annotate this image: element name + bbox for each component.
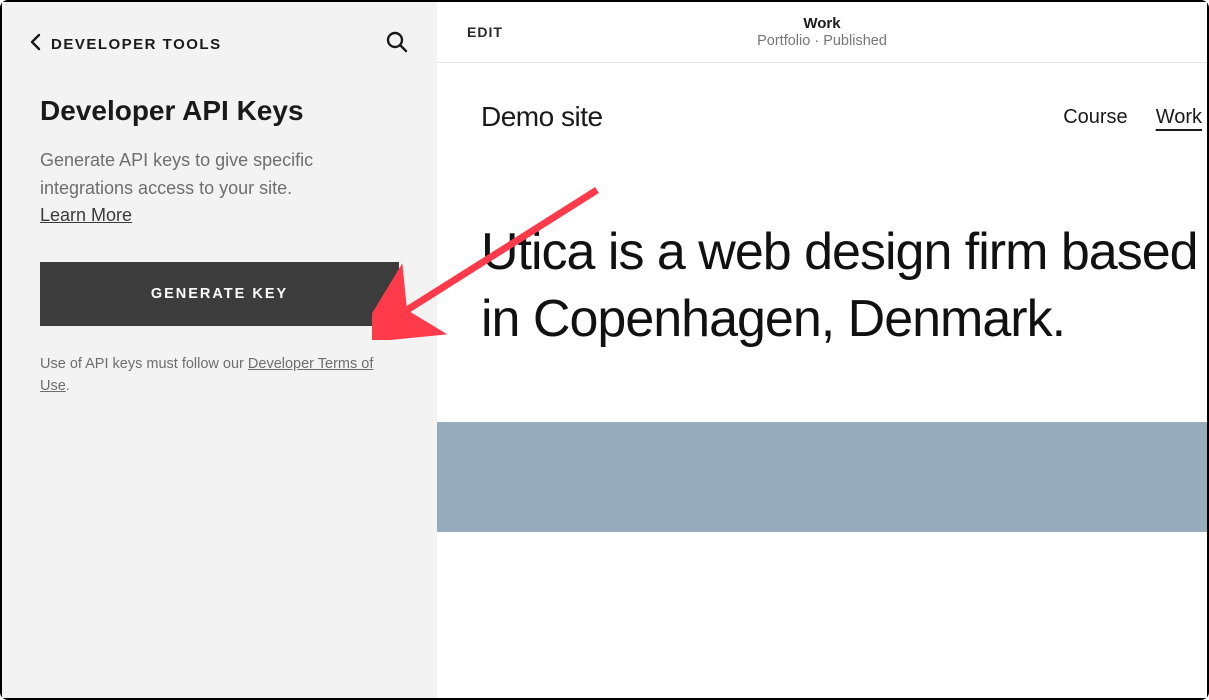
page-title: Developer API Keys — [40, 95, 399, 127]
chevron-left-icon — [30, 33, 41, 56]
site-title: Demo site — [481, 101, 603, 133]
sidebar-body: Developer API Keys Generate API keys to … — [2, 83, 437, 397]
learn-more-link[interactable]: Learn More — [40, 205, 132, 226]
page-meta-sub: Portfolio · Published — [757, 33, 887, 49]
page-description: Generate API keys to give specific integ… — [40, 147, 399, 203]
search-button[interactable] — [385, 30, 409, 59]
hero-text: Utica is a web design firm based in Cope… — [437, 171, 1207, 422]
back-label: DEVELOPER TOOLS — [51, 36, 222, 53]
edit-button[interactable]: EDIT — [467, 24, 503, 40]
site-preview: EDIT Work Portfolio · Published Demo sit… — [437, 2, 1207, 698]
page-meta: Work Portfolio · Published — [757, 15, 887, 49]
sidebar-header: DEVELOPER TOOLS — [2, 2, 437, 83]
page-meta-title: Work — [757, 15, 887, 32]
site-nav: Course Work — [1063, 106, 1207, 129]
nav-item-work[interactable]: Work — [1156, 106, 1202, 129]
terms-prefix: Use of API keys must follow our — [40, 356, 248, 372]
back-button[interactable]: DEVELOPER TOOLS — [30, 33, 222, 56]
search-icon — [385, 30, 409, 59]
preview-topbar: EDIT Work Portfolio · Published — [437, 2, 1207, 63]
terms-suffix: . — [66, 378, 70, 394]
nav-item-course[interactable]: Course — [1063, 106, 1127, 129]
terms-note: Use of API keys must follow our Develope… — [40, 354, 399, 398]
hero-image — [437, 422, 1207, 532]
generate-key-button[interactable]: GENERATE KEY — [40, 262, 399, 326]
settings-sidebar: DEVELOPER TOOLS Developer API Keys Gener… — [2, 2, 437, 698]
site-header: Demo site Course Work — [437, 63, 1207, 171]
